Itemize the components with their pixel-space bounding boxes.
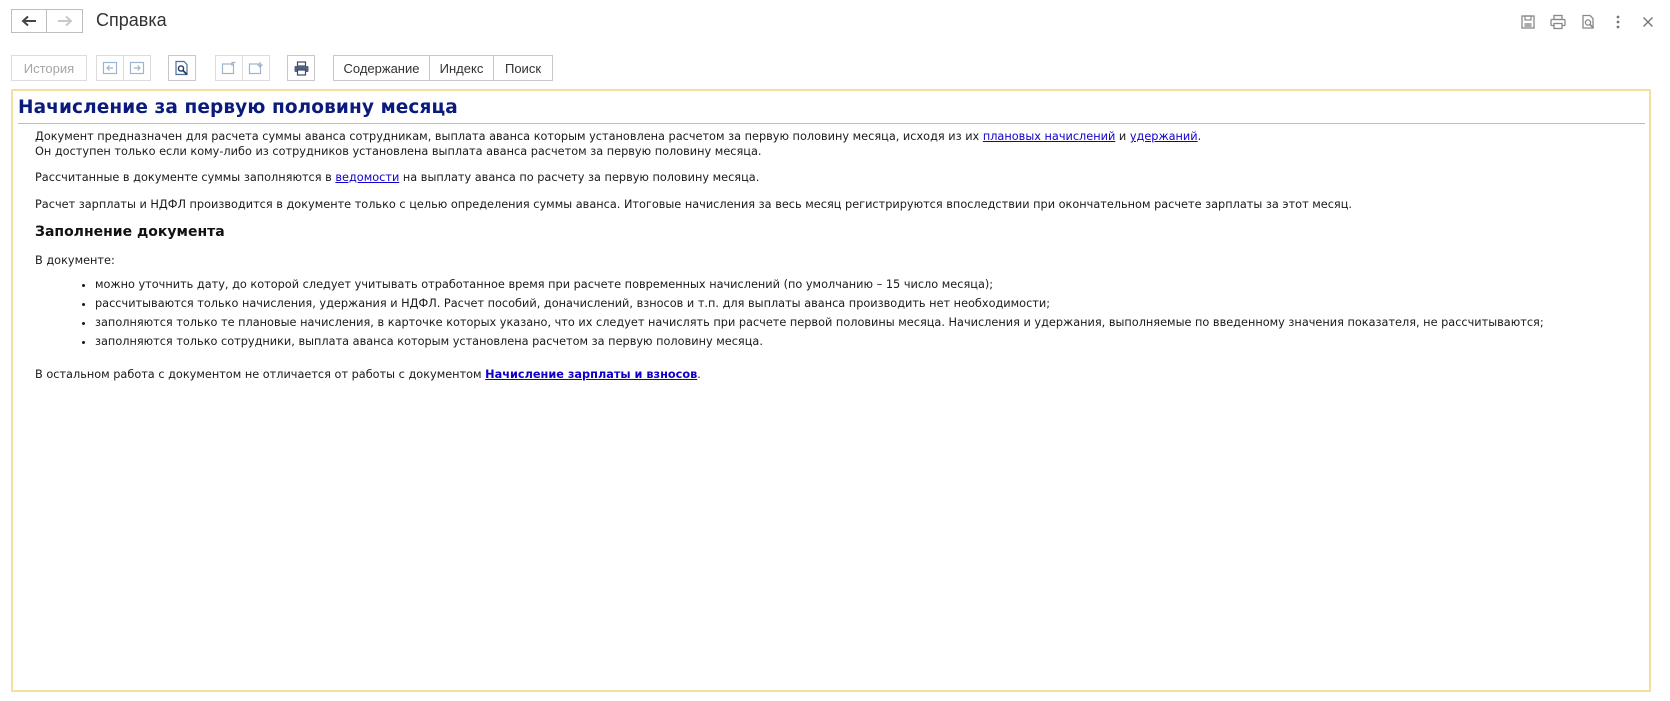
previous-topic-button[interactable] bbox=[96, 55, 124, 81]
back-button[interactable] bbox=[11, 9, 47, 33]
paragraph-statements: Рассчитанные в документе суммы заполняют… bbox=[35, 171, 760, 184]
collapse-topic-button[interactable] bbox=[215, 55, 243, 81]
document-title: Начисление за первую половину месяца bbox=[18, 97, 1645, 124]
section-heading: Заполнение документа bbox=[35, 224, 225, 240]
help-toolbar: История Содержание Индекс Поиск bbox=[11, 55, 1651, 81]
link-deductions[interactable]: удержаний bbox=[1130, 130, 1198, 143]
tab-contents[interactable]: Содержание bbox=[333, 55, 430, 81]
arrow-right-icon bbox=[57, 15, 72, 27]
paragraph-purpose: Документ предназначен для расчета суммы … bbox=[35, 130, 1202, 143]
navigation-buttons bbox=[11, 9, 83, 33]
list-item: заполняются только сотрудники, выплата а… bbox=[95, 335, 1645, 350]
paragraph-otherwise: В остальном работа с документом не отлич… bbox=[35, 367, 701, 381]
next-topic-button[interactable] bbox=[123, 55, 151, 81]
window-titlebar: Справка bbox=[0, 0, 1670, 44]
list-item: можно уточнить дату, до которой следует … bbox=[95, 278, 1645, 293]
document-body: Документ предназначен для расчета суммы … bbox=[18, 130, 1645, 382]
save-button[interactable] bbox=[1516, 11, 1540, 33]
paragraph-calculation: Расчет зарплаты и НДФЛ производится в до… bbox=[35, 197, 1352, 211]
close-icon bbox=[1643, 17, 1653, 27]
tab-index[interactable]: Индекс bbox=[429, 55, 494, 81]
link-statements[interactable]: ведомости bbox=[335, 171, 399, 184]
paragraph-availability: Он доступен только если кому-либо из сот… bbox=[35, 144, 762, 158]
printer-icon bbox=[294, 60, 308, 76]
topic-up-icon bbox=[221, 61, 236, 75]
paragraph-in-document: В документе: bbox=[35, 253, 115, 267]
feature-list: можно уточнить дату, до которой следует … bbox=[35, 278, 1645, 350]
expand-topic-button[interactable] bbox=[242, 55, 270, 81]
print-topic-button[interactable] bbox=[287, 55, 315, 81]
list-item: заполняются только те плановые начислени… bbox=[95, 316, 1645, 331]
more-icon bbox=[1616, 15, 1620, 29]
save-icon bbox=[1521, 15, 1535, 29]
preview-button[interactable] bbox=[1576, 11, 1600, 33]
topic-down-icon bbox=[248, 62, 263, 75]
preview-icon bbox=[1582, 14, 1595, 29]
find-in-page-icon bbox=[175, 60, 188, 76]
list-item: рассчитываются только начисления, удержа… bbox=[95, 297, 1645, 312]
more-button[interactable] bbox=[1606, 11, 1630, 33]
window-title: Справка bbox=[96, 10, 167, 30]
arrow-left-icon bbox=[21, 15, 36, 27]
help-content-frame: Начисление за первую половину месяца Док… bbox=[11, 89, 1651, 692]
help-document: Начисление за первую половину месяца Док… bbox=[13, 91, 1649, 382]
print-button[interactable] bbox=[1546, 11, 1570, 33]
tab-search[interactable]: Поиск bbox=[493, 55, 553, 81]
history-button[interactable]: История bbox=[11, 55, 87, 81]
window-tools bbox=[1516, 11, 1660, 33]
forward-button[interactable] bbox=[47, 9, 83, 33]
find-in-page-button[interactable] bbox=[168, 55, 196, 81]
next-page-icon bbox=[129, 61, 145, 75]
link-planned-accruals[interactable]: плановых начислений bbox=[983, 130, 1115, 143]
close-button[interactable] bbox=[1636, 11, 1660, 33]
previous-page-icon bbox=[102, 61, 118, 75]
link-payroll-document[interactable]: Начисление зарплаты и взносов bbox=[485, 368, 697, 381]
print-icon bbox=[1550, 14, 1566, 30]
